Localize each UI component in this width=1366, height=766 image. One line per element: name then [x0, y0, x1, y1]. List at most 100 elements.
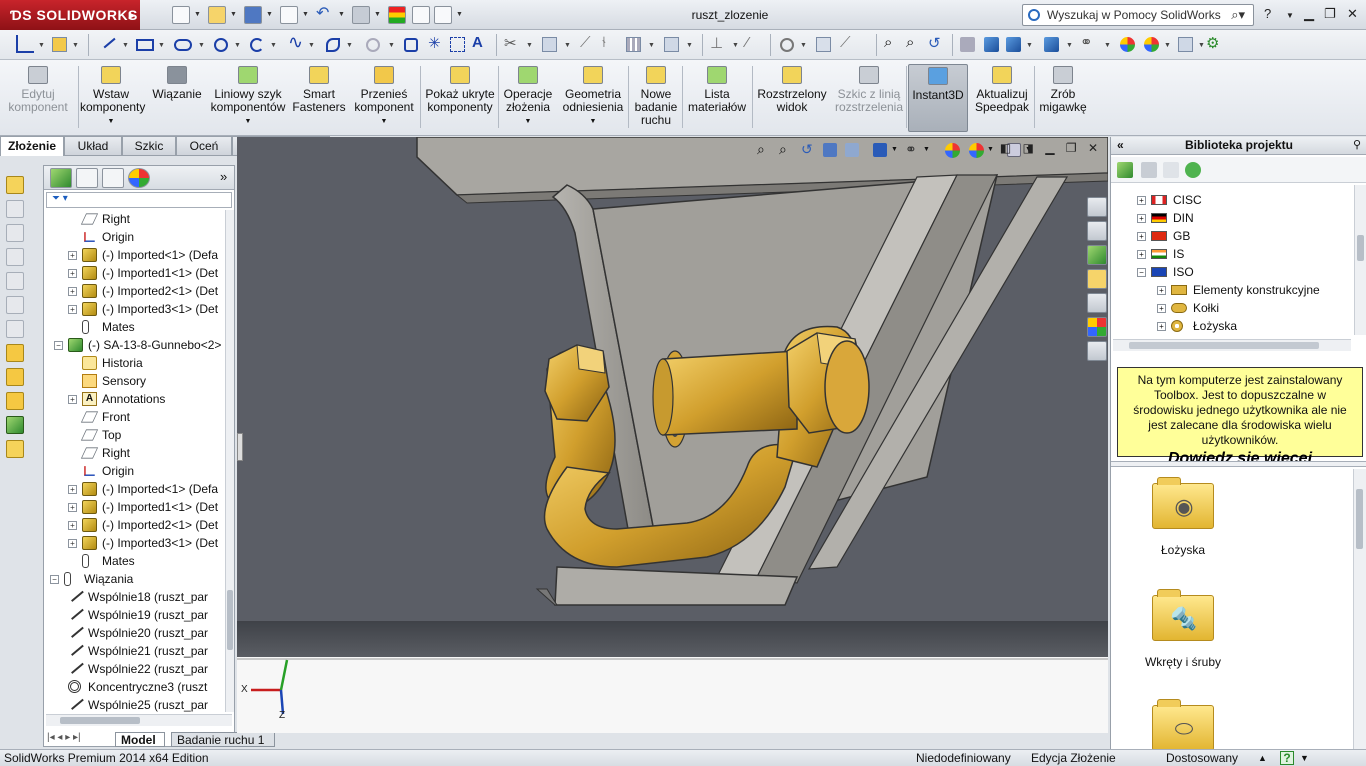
trim-dropdown-icon[interactable]: ▼ — [526, 42, 533, 49]
cmd-button-4[interactable]: Liniowy szyk komponentów ▼ — [208, 64, 288, 132]
instant2d-icon[interactable]: ⟋ — [840, 34, 858, 52]
search-icon[interactable]: ⌕▾ — [1231, 7, 1245, 23]
arc-dropdown-icon[interactable]: ▼ — [270, 42, 277, 49]
slot-icon[interactable] — [174, 39, 192, 51]
property-manager-tab-icon[interactable] — [76, 168, 98, 188]
home-icon[interactable] — [1087, 221, 1107, 241]
expand-toggle-icon[interactable]: + — [68, 395, 77, 404]
tree-node[interactable]: + (-) Imported<1> (Defa — [44, 480, 224, 498]
tree-node[interactable]: Mates — [44, 318, 224, 336]
undo-dropdown-icon[interactable]: ▼ — [338, 11, 345, 18]
tree-node[interactable]: Wspólnie20 (ruszt_par — [44, 622, 224, 642]
mirror-icon[interactable]: ⫮ — [602, 34, 620, 52]
expand-toggle-icon[interactable]: + — [68, 269, 77, 278]
convert-dropdown-icon[interactable]: ▼ — [564, 42, 571, 49]
add-to-library-icon[interactable] — [1117, 162, 1133, 178]
zoom-area-icon[interactable]: ⌕ — [906, 34, 924, 52]
units-dropdown-icon[interactable]: ▲ — [1258, 750, 1267, 766]
linear-sketch-pattern-icon[interactable] — [626, 37, 641, 52]
print-dropdown-icon[interactable]: ▼ — [302, 11, 309, 18]
expand-toggle-icon[interactable]: − — [54, 341, 63, 350]
tree-node[interactable]: Wspólnie19 (ruszt_par — [44, 604, 224, 624]
expand-toggle-icon[interactable]: + — [68, 539, 77, 548]
repair-sketch-icon[interactable]: ⁄ — [746, 34, 764, 52]
scene-dropdown-icon[interactable]: ▼ — [1164, 42, 1171, 49]
expand-toggle-icon[interactable]: + — [68, 521, 77, 530]
tab-4[interactable]: Oceń — [176, 136, 232, 156]
panel-collapse-handle[interactable] — [237, 433, 243, 461]
spline-dropdown-icon[interactable]: ▼ — [308, 42, 315, 49]
new-file-icon[interactable] — [172, 6, 190, 24]
cmd-dropdown-icon[interactable]: ▼ — [560, 115, 626, 128]
tree-node[interactable]: Right — [44, 444, 224, 462]
tree-node[interactable]: Front — [44, 408, 224, 426]
slot-dropdown-icon[interactable]: ▼ — [198, 42, 205, 49]
rectangle-dropdown-icon[interactable]: ▼ — [158, 42, 165, 49]
tree-node[interactable]: Wspólnie22 (ruszt_par — [44, 658, 224, 678]
zoom-fit-icon[interactable]: ⌕ — [884, 34, 902, 52]
library-node[interactable]: + IS — [1111, 245, 1351, 263]
dimension-dropdown-icon[interactable]: ▼ — [38, 42, 45, 49]
tool-icon[interactable] — [6, 320, 24, 338]
circle-dropdown-icon[interactable]: ▼ — [234, 42, 241, 49]
tree-node[interactable]: + (-) Imported3<1> (Det — [44, 534, 224, 552]
custom-properties-tab-icon[interactable] — [1087, 341, 1107, 361]
tab-nav-icon[interactable]: |◂ ◂ ▸ ▸| — [47, 732, 81, 743]
reference-geometry-icon[interactable] — [6, 440, 24, 458]
scrollbar-thumb[interactable] — [1129, 342, 1319, 349]
tool-icon[interactable] — [6, 296, 24, 314]
file-properties-icon[interactable] — [412, 6, 430, 24]
expand-toggle-icon[interactable]: + — [68, 485, 77, 494]
display-style-icon[interactable] — [1044, 37, 1059, 52]
tree-node[interactable]: + (-) Imported1<1> (Det — [44, 498, 224, 516]
expand-toggle-icon[interactable]: + — [1137, 214, 1146, 223]
tree-node[interactable]: + A Annotations — [44, 390, 224, 408]
expand-toggle-icon[interactable]: + — [1157, 322, 1166, 331]
help-status-icon[interactable]: ? — [1280, 751, 1294, 765]
units-selector[interactable]: Dostosowany — [1166, 750, 1238, 766]
cmd-button-3[interactable]: Wiązanie — [148, 64, 206, 132]
dynamic-annotation-icon[interactable] — [845, 143, 859, 157]
tile-right-icon[interactable]: ◨ — [1023, 141, 1034, 155]
save-dropdown-icon[interactable]: ▼ — [266, 11, 273, 18]
help-icon[interactable]: ? — [1264, 6, 1271, 21]
select-dropdown-icon[interactable]: ▼ — [374, 11, 381, 18]
feature-tree-hscrollbar[interactable] — [46, 714, 232, 726]
tree-node[interactable]: − Wiązania — [44, 570, 224, 588]
scrollbar-thumb[interactable] — [1357, 235, 1364, 261]
trim-icon[interactable]: ✂ — [504, 34, 522, 52]
cmd-button-5[interactable]: Smart Fasteners — [290, 64, 348, 132]
tree-node[interactable]: Origin — [44, 228, 224, 246]
rapid-sketch-icon[interactable] — [816, 37, 831, 52]
graphics-area[interactable]: ⌕ ⌕ ↺ ▼ ⚭ ▼ ▼ ▼ ◧ ◨ ▁ ❐ ✕ X Z — [237, 137, 1108, 733]
cmd-button-2[interactable]: Wstaw komponenty ▼ — [80, 64, 145, 132]
view-orientation-icon[interactable] — [873, 143, 887, 157]
bottom-tab-2[interactable]: Badanie ruchu 1 — [171, 732, 275, 747]
cmd-dropdown-icon[interactable]: ▼ — [208, 115, 288, 128]
realview-icon[interactable]: ⚙ — [1206, 34, 1224, 52]
dimension-icon[interactable] — [6, 392, 24, 410]
solidworks-menu-button[interactable]: ƊS SOLIDWORKS ▶ — [0, 0, 140, 30]
relations-dropdown-icon[interactable]: ▼ — [732, 42, 739, 49]
design-library-hscrollbar[interactable] — [1113, 339, 1351, 351]
fillet-icon[interactable] — [366, 38, 380, 52]
tree-node[interactable]: Historia — [44, 354, 224, 372]
ellipse-icon[interactable] — [326, 38, 340, 52]
cmd-dropdown-icon[interactable]: ▼ — [80, 115, 142, 128]
library-node[interactable]: − ISO — [1111, 263, 1351, 281]
tree-node[interactable]: + (-) Imported3<1> (Det — [44, 300, 224, 318]
tree-node[interactable]: + (-) Imported2<1> (Det — [44, 282, 224, 300]
pane-splitter[interactable] — [1111, 461, 1366, 467]
sketch-tool-icon[interactable] — [52, 37, 67, 52]
feature-tree-scrollbar[interactable] — [225, 210, 234, 712]
library-node[interactable]: + Kołki — [1111, 299, 1351, 317]
cmd-button-13[interactable]: Szkic z linią rozstrzelenia — [832, 64, 906, 132]
fillet-dropdown-icon[interactable]: ▼ — [388, 42, 395, 49]
minimize-viewport-button[interactable]: ▁ — [1045, 141, 1054, 155]
hide-show-items-icon[interactable]: ⚭ — [905, 141, 917, 158]
line-icon[interactable] — [98, 31, 116, 49]
dimension-icon[interactable] — [6, 344, 24, 362]
close-button[interactable]: ✕ — [1347, 6, 1358, 22]
options-dropdown-icon[interactable]: ▼ — [456, 11, 463, 18]
tree-node[interactable]: + (-) Imported1<1> (Det — [44, 264, 224, 282]
